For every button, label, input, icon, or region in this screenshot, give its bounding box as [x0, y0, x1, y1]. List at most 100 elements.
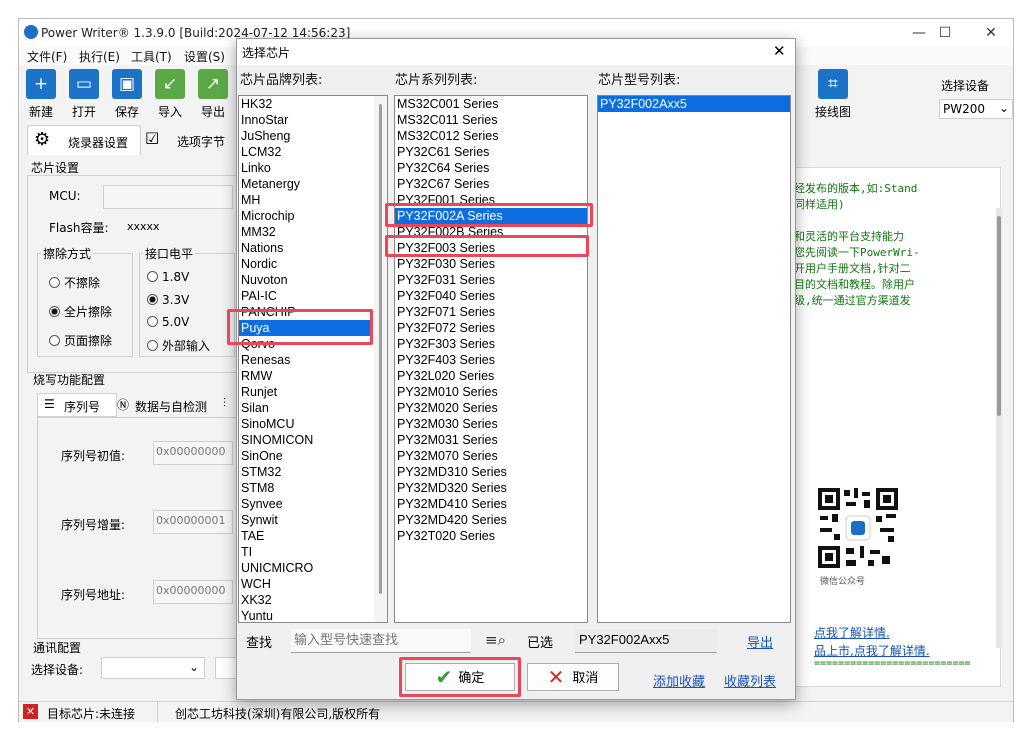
device-select[interactable]: PW200 ⌄ [939, 99, 1013, 119]
series-list-item[interactable]: MS32C012 Series [395, 128, 587, 144]
comm-device-select[interactable]: ⌄ [101, 657, 205, 679]
brand-list-item[interactable]: WCH [239, 576, 373, 592]
brand-list-item[interactable]: Nations [239, 240, 373, 256]
details-link-1[interactable]: 点我了解详情. [814, 624, 890, 641]
import-button[interactable]: ↙ 导入 [150, 69, 190, 120]
favorite-list-link[interactable]: 收藏列表 [724, 671, 776, 690]
mcu-field[interactable] [103, 185, 233, 209]
series-list-item[interactable]: PY32MD320 Series [395, 480, 587, 496]
voltage-external-radio[interactable]: 外部输入 [147, 337, 210, 354]
brand-list-item[interactable]: Silan [239, 400, 373, 416]
model-list-item[interactable]: PY32F002Axx5 [598, 96, 790, 112]
erase-full-radio[interactable]: 全片擦除 [49, 303, 112, 320]
brand-list-item[interactable]: Renesas [239, 352, 373, 368]
series-list-item[interactable]: PY32M020 Series [395, 400, 587, 416]
series-list-item[interactable]: PY32M070 Series [395, 448, 587, 464]
brand-list-item[interactable]: TAE [239, 528, 373, 544]
series-list-item[interactable]: PY32M010 Series [395, 384, 587, 400]
details-link-2[interactable]: 品上市,点我了解详情. [814, 642, 930, 659]
brand-list-item[interactable]: STM32 [239, 464, 373, 480]
series-list-item[interactable]: PY32T020 Series [395, 528, 587, 544]
brand-list-item[interactable]: Nuvoton [239, 272, 373, 288]
series-list-item[interactable]: PY32L020 Series [395, 368, 587, 384]
menu-file[interactable]: 文件(F) [27, 48, 67, 65]
brand-list-scrollbar[interactable] [374, 96, 387, 622]
menu-settings[interactable]: 设置(S) [184, 48, 225, 65]
add-favorite-link[interactable]: 添加收藏 [653, 671, 705, 690]
log-scrollbar[interactable] [996, 208, 1002, 648]
series-list-item[interactable]: PY32F303 Series [395, 336, 587, 352]
series-list-item[interactable]: MS32C001 Series [395, 96, 587, 112]
export-link[interactable]: 导出 [747, 632, 773, 651]
brand-list-item[interactable]: JuSheng [239, 128, 373, 144]
brand-list-item[interactable]: Synvee [239, 496, 373, 512]
brand-list-item[interactable]: InnoStar [239, 112, 373, 128]
brand-list-item[interactable]: SinoMCU [239, 416, 373, 432]
series-list-item[interactable]: PY32C61 Series [395, 144, 587, 160]
series-list-item[interactable]: PY32M031 Series [395, 432, 587, 448]
save-button[interactable]: ▣ 保存 [107, 69, 147, 120]
brand-list[interactable]: HK32 InnoStar JuSheng LCM32 Linko Metanergy MH… [238, 95, 388, 623]
brand-list-item[interactable]: Synwit [239, 512, 373, 528]
voltage-3v3-radio[interactable]: 3.3V [147, 293, 189, 307]
series-list-item[interactable]: PY32F031 Series [395, 272, 587, 288]
model-list[interactable]: PY32F002Axx5 [597, 95, 791, 623]
tab-option-bytes[interactable]: ☑ 选项字节 [141, 125, 231, 155]
brand-list-item[interactable]: TI [239, 544, 373, 560]
erase-page-radio[interactable]: 页面擦除 [49, 332, 112, 349]
brand-list-item[interactable]: Microchip [239, 208, 373, 224]
menu-tools[interactable]: 工具(T) [131, 48, 172, 65]
brand-list-item[interactable]: UNICMICRO [239, 560, 373, 576]
erase-none-radio[interactable]: 不擦除 [49, 274, 100, 291]
series-list-item[interactable]: MS32C011 Series [395, 112, 587, 128]
voltage-1v8-radio[interactable]: 1.8V [147, 270, 189, 284]
series-list-item[interactable]: PY32M030 Series [395, 416, 587, 432]
serial-init-input[interactable]: 0x00000000 [153, 441, 233, 465]
brand-list-item[interactable]: SinOne [239, 448, 373, 464]
brand-list-item[interactable]: Runjet [239, 384, 373, 400]
log-scroll-thumb[interactable] [997, 216, 1001, 416]
brand-list-item[interactable]: RMW [239, 368, 373, 384]
brand-list-item[interactable]: Linko [239, 160, 373, 176]
series-list-item[interactable]: PY32F030 Series [395, 256, 587, 272]
serial-inc-input[interactable]: 0x00000001 [153, 510, 233, 534]
brand-list-item[interactable]: Metanergy [239, 176, 373, 192]
menu-execute[interactable]: 执行(E) [79, 48, 120, 65]
brand-list-item[interactable]: LCM32 [239, 144, 373, 160]
brand-list-item[interactable]: XK32 [239, 592, 373, 608]
series-list-item[interactable]: PY32MD410 Series [395, 496, 587, 512]
ok-button[interactable]: ✔ 确定 [405, 663, 515, 691]
series-list-item[interactable]: PY32MD420 Series [395, 512, 587, 528]
voltage-5v0-radio[interactable]: 5.0V [147, 315, 189, 329]
tab-data-check[interactable]: Ⓝ 数据与自检测 ⫶ [115, 393, 241, 417]
cancel-button[interactable]: ✕ 取消 [527, 663, 619, 691]
new-button[interactable]: + 新建 [21, 69, 61, 120]
close-button[interactable]: ✕ [971, 23, 1011, 43]
brand-list-item[interactable]: HK32 [239, 96, 373, 112]
dialog-close-button[interactable]: ✕ [773, 42, 786, 60]
brand-list-item[interactable]: PAI-IC [239, 288, 373, 304]
brand-scroll-thumb[interactable] [379, 104, 382, 594]
wiring-button[interactable]: ⌗ 接线图 [811, 69, 855, 120]
tab-burner-settings[interactable]: ⚙ 烧录器设置 [27, 125, 141, 155]
series-list-item[interactable]: PY32MD310 Series [395, 464, 587, 480]
serial-addr-input[interactable]: 0x00000000 [153, 580, 233, 604]
series-list-item[interactable]: PY32C64 Series [395, 160, 587, 176]
series-list-item[interactable]: PY32F040 Series [395, 288, 587, 304]
brand-list-item[interactable]: SINOMICON [239, 432, 373, 448]
series-list-item[interactable]: PY32F403 Series [395, 352, 587, 368]
brand-list-item[interactable]: Nordic [239, 256, 373, 272]
comm-action-button[interactable] [215, 657, 237, 679]
maximize-button[interactable]: ☐ [925, 23, 965, 43]
brand-list-item[interactable]: Yuntu [239, 608, 373, 622]
brand-list-item[interactable]: MM32 [239, 224, 373, 240]
search-input[interactable] [291, 629, 471, 653]
tab-serial-number[interactable]: ☰ 序列号 [37, 393, 117, 417]
search-icon[interactable]: ≡⌕ [485, 631, 506, 649]
series-list-item[interactable]: PY32F071 Series [395, 304, 587, 320]
brand-list-item[interactable]: MH [239, 192, 373, 208]
export-button[interactable]: ↗ 导出 [193, 69, 233, 120]
series-list[interactable]: MS32C001 Series MS32C011 Series MS32C012 S… [394, 95, 588, 623]
brand-list-item[interactable]: STM8 [239, 480, 373, 496]
series-list-item[interactable]: PY32C67 Series [395, 176, 587, 192]
